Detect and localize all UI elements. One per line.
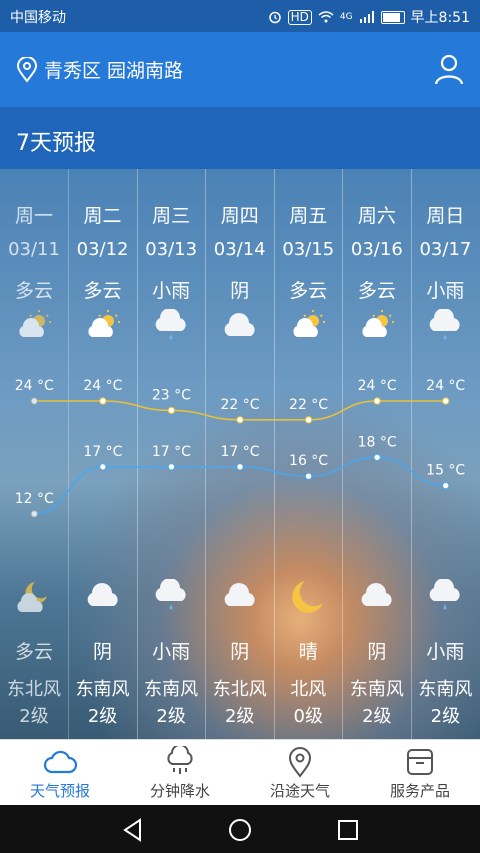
moon-icon [289,579,327,615]
status-icons: HD 4G 早上8:51 [268,7,470,27]
status-bar: 中国移动 HD 4G 早上8:51 [0,0,480,32]
light-rain-icon [152,578,190,615]
clock: 早上8:51 [410,10,470,26]
partly-cloudy-icon [289,309,327,341]
location-pin-icon [288,747,312,778]
day-date: 03/17 [419,239,472,260]
nav-forecast[interactable]: 天气预报 [0,740,120,806]
day-name: 周二 [83,205,122,227]
partly-cloudy-icon [15,309,53,341]
forecast-day-column: 周一 03/11 多云 多云 东北风 2级 [0,169,69,739]
wind-level: 2级 [430,706,461,727]
cloud-icon [84,579,122,615]
location-label: 青秀区 园湖南路 [44,60,184,82]
section-title-bar: 7天预报 [0,107,480,169]
nav-route-weather-label: 沿途天气 [269,782,330,800]
nav-services[interactable]: 服务产品 [360,740,480,806]
day-date: 03/16 [350,239,403,260]
wind-level: 2级 [362,706,392,727]
light-rain-icon [426,578,464,615]
nav-route-weather[interactable]: 沿途天气 [240,740,360,806]
wind-direction: 东北风 [7,679,61,700]
day-date: 03/11 [8,239,60,260]
day-name: 周五 [289,205,328,227]
forecast-day-column: 周三 03/13 小雨 小雨 东南风 2级 [137,169,207,739]
forecast-panel: 周一 03/11 多云 多云 东北风 2级 周二 03/12 多云阴东南风 2级 周三 03/13 小雨… [0,169,480,739]
hd-badge: HD [287,9,312,25]
night-condition: 阴 [93,641,113,663]
nav-minute-rain[interactable]: 分钟降水 [120,740,240,806]
partly-cloudy-icon [84,309,122,341]
day-name: 周六 [357,205,396,227]
day-condition: 多云 [357,280,396,302]
wind-direction: 东南风 [349,679,404,700]
cloud-icon [221,309,259,341]
day-name: 周四 [220,205,259,227]
partly-cloudy-icon [358,309,396,341]
alarm-icon [268,11,281,24]
night-condition: 阴 [367,641,387,663]
box-icon [407,749,433,775]
nav-minute-rain-label: 分钟降水 [149,782,210,800]
app-header: 青秀区 园湖南路 [0,32,480,107]
night-condition: 晴 [298,641,318,663]
nav-services-label: 服务产品 [389,782,450,800]
night-condition: 阴 [230,641,250,663]
network-type: 4G [339,12,353,22]
day-name: 周日 [426,205,465,227]
forecast-day-column: 周四 03/14 阴阴东北风 2级 [206,169,275,739]
day-date: 03/12 [76,239,129,260]
day-date: 03/13 [145,239,198,260]
night-condition: 小雨 [426,641,465,663]
night-condition: 多云 [14,641,53,663]
rain-cloud-icon [167,746,193,774]
cloud-icon [358,579,396,615]
light-rain-icon [152,308,190,341]
signal-icon [359,11,374,23]
back-icon[interactable] [120,817,146,843]
wind-level: 2级 [156,706,186,727]
wind-direction: 东南风 [418,679,473,700]
day-condition: 多云 [289,280,328,302]
day-name: 周三 [152,205,191,227]
day-name: 周一 [14,205,53,227]
day-condition: 小雨 [426,280,465,302]
wind-level: 0级 [293,706,323,727]
day-date: 03/15 [282,239,335,260]
location-selector[interactable]: 青秀区 园湖南路 [16,56,183,83]
wind-direction: 东南风 [75,679,130,700]
cloud-icon [221,579,259,615]
cloud-outline-icon [43,750,77,774]
home-icon[interactable] [227,817,253,843]
carrier-label: 中国移动 [10,10,66,26]
wind-direction: 北风 [290,679,327,700]
day-date: 03/14 [213,239,266,260]
wind-direction: 东北风 [212,679,267,700]
wifi-icon [318,11,334,23]
location-pin-icon [16,56,38,83]
battery-icon [380,10,405,24]
wind-direction: 东南风 [144,679,199,700]
bottom-nav: 天气预报 分钟降水 沿途天气 服务产品 [0,739,480,806]
light-rain-icon [426,308,464,341]
forecast-day-column: 周二 03/12 多云阴东南风 2级 [69,169,138,739]
section-title: 7天预报 [16,131,96,156]
system-nav-bar [0,805,480,853]
day-condition: 多云 [83,280,122,302]
recents-icon[interactable] [335,817,361,843]
forecast-day-column: 周五 03/15 多云晴北风 0级 [274,169,344,739]
day-condition: 多云 [14,280,53,302]
forecast-day-column: 周日 03/17 小雨 小雨 东南风 2级 [411,169,479,739]
wind-level: 2级 [19,706,49,727]
wind-level: 2级 [87,706,118,727]
nav-forecast-label: 天气预报 [29,782,90,800]
user-icon[interactable] [432,52,466,86]
moon-cloud-icon [15,579,53,615]
day-condition: 小雨 [152,280,191,302]
day-condition: 阴 [230,280,250,302]
night-condition: 小雨 [152,641,191,663]
wind-level: 2级 [224,706,255,727]
forecast-day-column: 周六 03/16 多云阴东南风 2级 [343,169,412,739]
